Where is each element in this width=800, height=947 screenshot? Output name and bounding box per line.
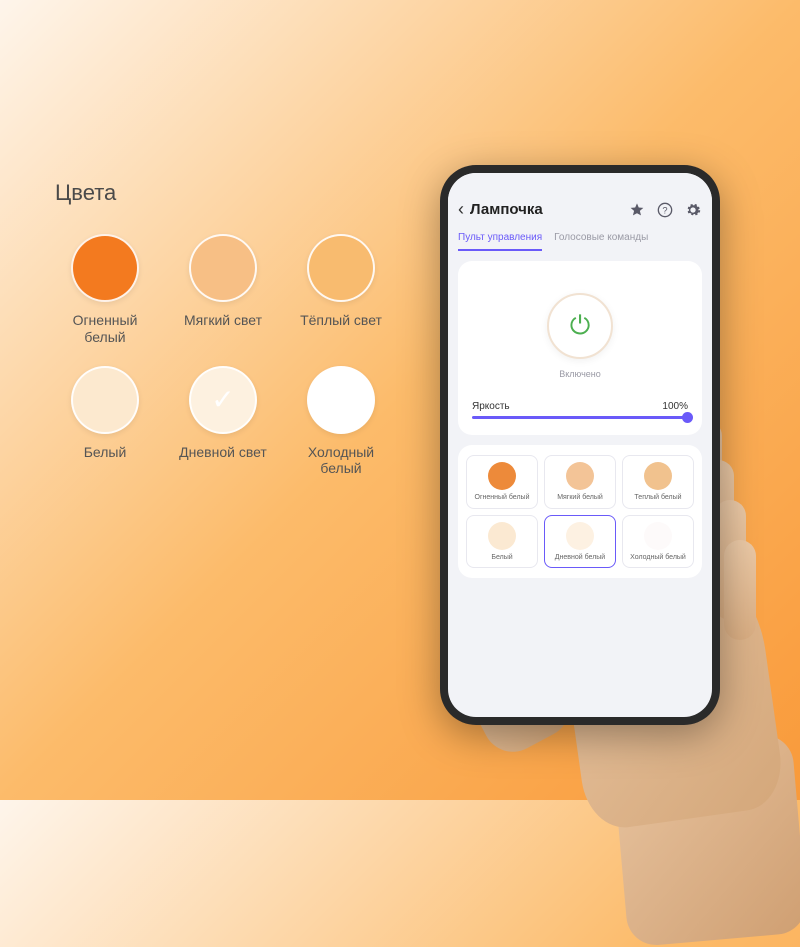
color-panel: Цвета Огненный белый Мягкий свет Тёплый св… bbox=[55, 180, 395, 477]
swatch-circle bbox=[189, 234, 257, 302]
gear-icon[interactable] bbox=[684, 201, 702, 219]
preset-panel: Огненный белый Мягкий белый Теплый белый Бе… bbox=[458, 445, 702, 578]
swatch-item[interactable]: Тёплый свет bbox=[291, 234, 391, 346]
swatch-circle bbox=[71, 366, 139, 434]
swatch-item[interactable]: Огненный белый bbox=[55, 234, 155, 346]
preset-label: Белый bbox=[491, 554, 512, 562]
preset-label: Огненный белый bbox=[475, 494, 530, 502]
swatch-label: Дневной свет bbox=[179, 444, 267, 461]
preset-label: Теплый белый bbox=[634, 494, 681, 502]
preset-circle bbox=[488, 462, 516, 490]
color-panel-title: Цвета bbox=[55, 180, 395, 206]
swatch-item[interactable]: Белый bbox=[55, 366, 155, 478]
swatch-circle bbox=[307, 366, 375, 434]
swatch-label: Белый bbox=[84, 444, 127, 461]
swatch-label: Огненный белый bbox=[73, 312, 138, 346]
preset-circle bbox=[566, 462, 594, 490]
check-icon: ✓ bbox=[211, 383, 234, 416]
slider-thumb[interactable] bbox=[682, 412, 693, 423]
swatch-circle bbox=[71, 234, 139, 302]
brightness-label: Яркость bbox=[472, 401, 510, 412]
swatch-label: Холодный белый bbox=[308, 444, 374, 478]
status-bar bbox=[448, 173, 712, 193]
preset-card[interactable]: Холодный белый bbox=[622, 515, 694, 569]
power-button[interactable]: ⏻ bbox=[547, 293, 613, 359]
swatch-item[interactable]: Мягкий свет bbox=[173, 234, 273, 346]
tab-voice[interactable]: Голосовые команды bbox=[554, 226, 648, 251]
swatch-label: Тёплый свет bbox=[300, 312, 382, 329]
preset-circle bbox=[644, 462, 672, 490]
preset-label: Холодный белый bbox=[630, 554, 686, 562]
swatch-label: Мягкий свет bbox=[184, 312, 262, 329]
brightness-slider[interactable] bbox=[472, 416, 688, 419]
power-icon: ⏻ bbox=[570, 310, 591, 342]
brightness-row: Яркость 100% bbox=[468, 401, 692, 412]
phone-frame: ‹ Лампочка ? Пульт управления Голосовые … bbox=[440, 165, 720, 725]
svg-text:?: ? bbox=[662, 205, 667, 215]
phone-screen: ‹ Лампочка ? Пульт управления Голосовые … bbox=[448, 173, 712, 717]
main-panel: ⏻ Включено Яркость 100% bbox=[458, 261, 702, 435]
swatch-grid: Огненный белый Мягкий свет Тёплый свет Белы… bbox=[55, 234, 395, 477]
app-header: ‹ Лампочка ? bbox=[448, 193, 712, 226]
preset-grid: Огненный белый Мягкий белый Теплый белый Бе… bbox=[466, 455, 694, 568]
brightness-value: 100% bbox=[662, 401, 688, 412]
tab-control[interactable]: Пульт управления bbox=[458, 226, 542, 251]
preset-card[interactable]: Белый bbox=[466, 515, 538, 569]
help-icon[interactable]: ? bbox=[656, 201, 674, 219]
preset-card[interactable]: Огненный белый bbox=[466, 455, 538, 509]
swatch-item[interactable]: ✓ Дневной свет bbox=[173, 366, 273, 478]
app-title: Лампочка bbox=[470, 201, 543, 218]
back-icon[interactable]: ‹ bbox=[458, 199, 464, 220]
tabs: Пульт управления Голосовые команды bbox=[448, 226, 712, 251]
preset-circle bbox=[644, 522, 672, 550]
preset-label: Дневной белый bbox=[555, 554, 605, 562]
swatch-circle bbox=[307, 234, 375, 302]
power-status: Включено bbox=[468, 369, 692, 379]
preset-circle bbox=[488, 522, 516, 550]
preset-card[interactable]: Мягкий белый bbox=[544, 455, 616, 509]
swatch-item[interactable]: Холодный белый bbox=[291, 366, 391, 478]
preset-card[interactable]: Дневной белый bbox=[544, 515, 616, 569]
preset-card[interactable]: Теплый белый bbox=[622, 455, 694, 509]
preset-label: Мягкий белый bbox=[557, 494, 603, 502]
swatch-circle: ✓ bbox=[189, 366, 257, 434]
star-icon[interactable] bbox=[628, 201, 646, 219]
preset-circle bbox=[566, 522, 594, 550]
